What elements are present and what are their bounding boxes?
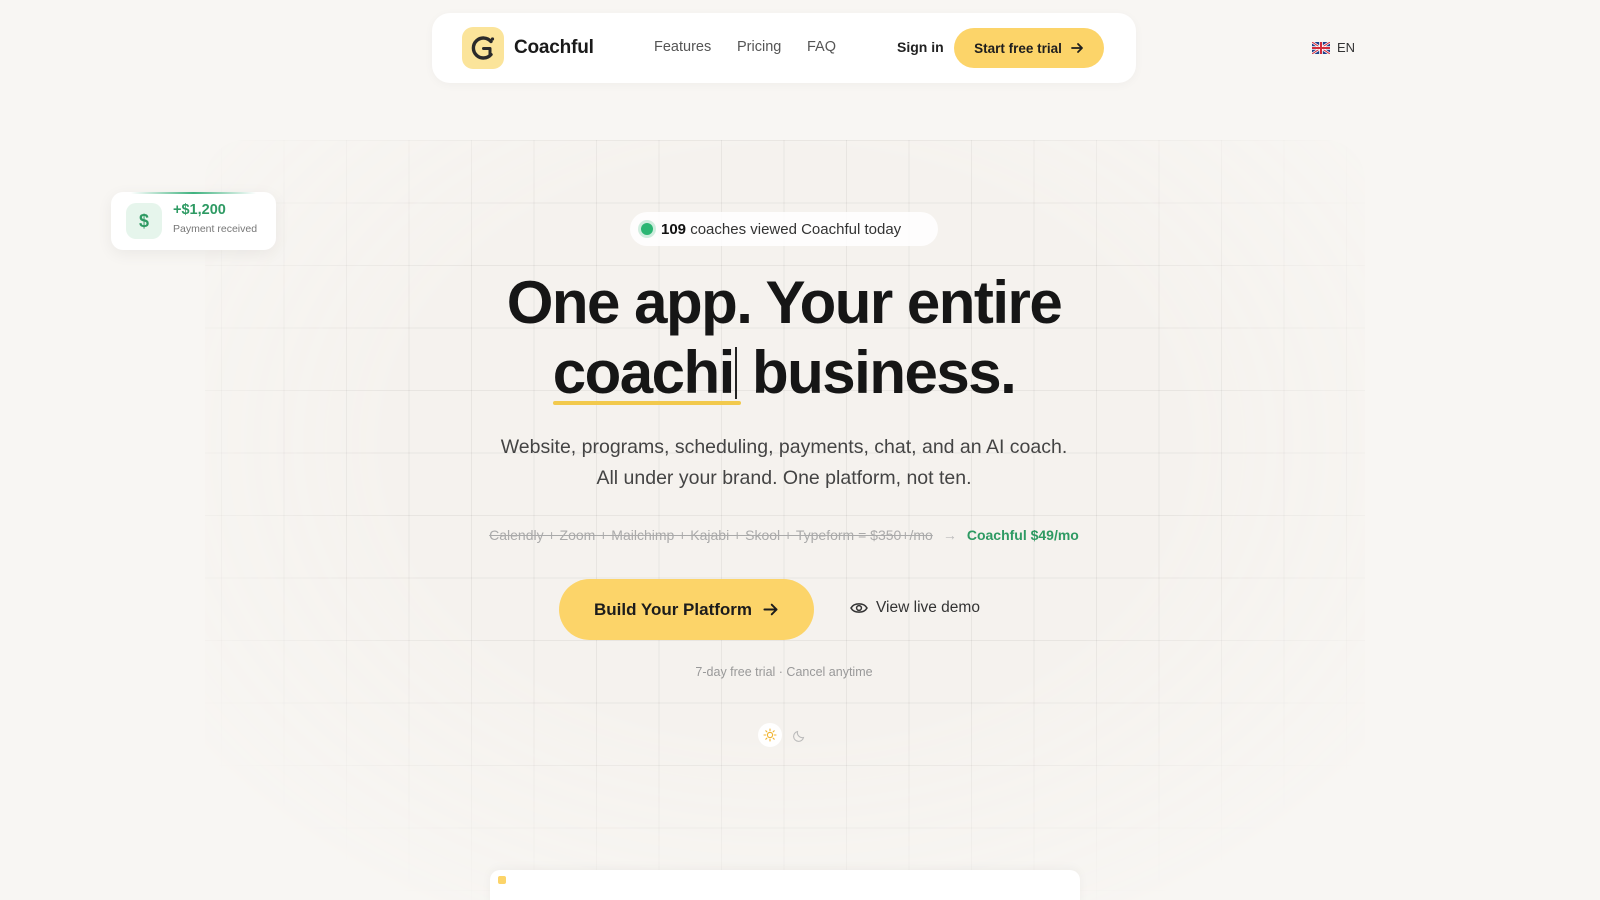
viewers-count: 109 (661, 220, 687, 238)
viewers-message: coaches viewed Coachful today (690, 220, 902, 238)
hero-subtitle-line1: Website, programs, scheduling, payments,… (500, 436, 1068, 458)
build-your-platform-button[interactable]: Build Your Platform (559, 579, 814, 640)
build-platform-label: Build Your Platform (593, 599, 753, 619)
live-viewers-badge: 109 coaches viewed Coachful today (630, 212, 938, 246)
top-navbar: Coachful Features Pricing FAQ Sign in St… (432, 13, 1136, 83)
typed-word: coachi (552, 338, 741, 407)
sun-icon[interactable] (758, 723, 782, 747)
sign-in-link[interactable]: Sign in (897, 39, 944, 55)
start-free-trial-button[interactable]: Start free trial (954, 28, 1104, 68)
view-live-demo-link[interactable]: View live demo (850, 599, 980, 617)
hero-headline-line2: coachi business. (0, 338, 1568, 407)
nav-link-features[interactable]: Features (654, 39, 711, 55)
uk-flag-icon (1312, 41, 1330, 54)
preview-logo-icon (498, 876, 506, 884)
arrow-right-icon (1070, 43, 1083, 53)
trial-fine-print: 7-day free trial · Cancel anytime (695, 665, 873, 679)
view-live-demo-label: View live demo (876, 599, 980, 616)
language-selector[interactable]: EN (1312, 40, 1355, 55)
start-free-trial-label: Start free trial (974, 40, 1062, 56)
coachful-price: Coachful $49/mo (966, 527, 1079, 543)
moon-icon[interactable] (788, 723, 812, 747)
nav-link-faq[interactable]: FAQ (807, 39, 836, 55)
price-comparison: Calendly + Zoom + Mailchimp + Kajabi + S… (0, 527, 1568, 543)
typing-caret (734, 347, 737, 399)
viewers-text: 109 coaches viewed Coachful today (661, 221, 901, 238)
hero-subtitle-line2: All under your brand. One platform, not … (596, 467, 972, 489)
eye-icon (850, 603, 868, 613)
live-dot-icon (641, 223, 653, 235)
payment-label: Payment received (173, 223, 258, 235)
competitor-stack-price: Calendly + Zoom + Mailchimp + Kajabi + S… (489, 527, 933, 543)
dollar-icon: $ (126, 203, 162, 239)
theme-toggle (757, 722, 813, 748)
arrow-icon: → (942, 527, 957, 543)
payment-amount: +$1,200 (173, 202, 226, 218)
payment-received-card: $ +$1,200 Payment received (111, 192, 276, 250)
arrow-right-icon (763, 603, 778, 616)
language-label: EN (1337, 40, 1356, 55)
nav-link-pricing[interactable]: Pricing (737, 39, 781, 55)
headline-business: business. (751, 339, 1017, 406)
coachful-logo-icon[interactable] (462, 27, 504, 69)
typed-word-text: coachi (552, 339, 736, 406)
hero-grid-background (205, 140, 1365, 900)
brand-name[interactable]: Coachful (514, 37, 594, 59)
hero-headline-line1: One app. Your entire (506, 269, 1063, 336)
app-preview-peek (490, 870, 1080, 900)
